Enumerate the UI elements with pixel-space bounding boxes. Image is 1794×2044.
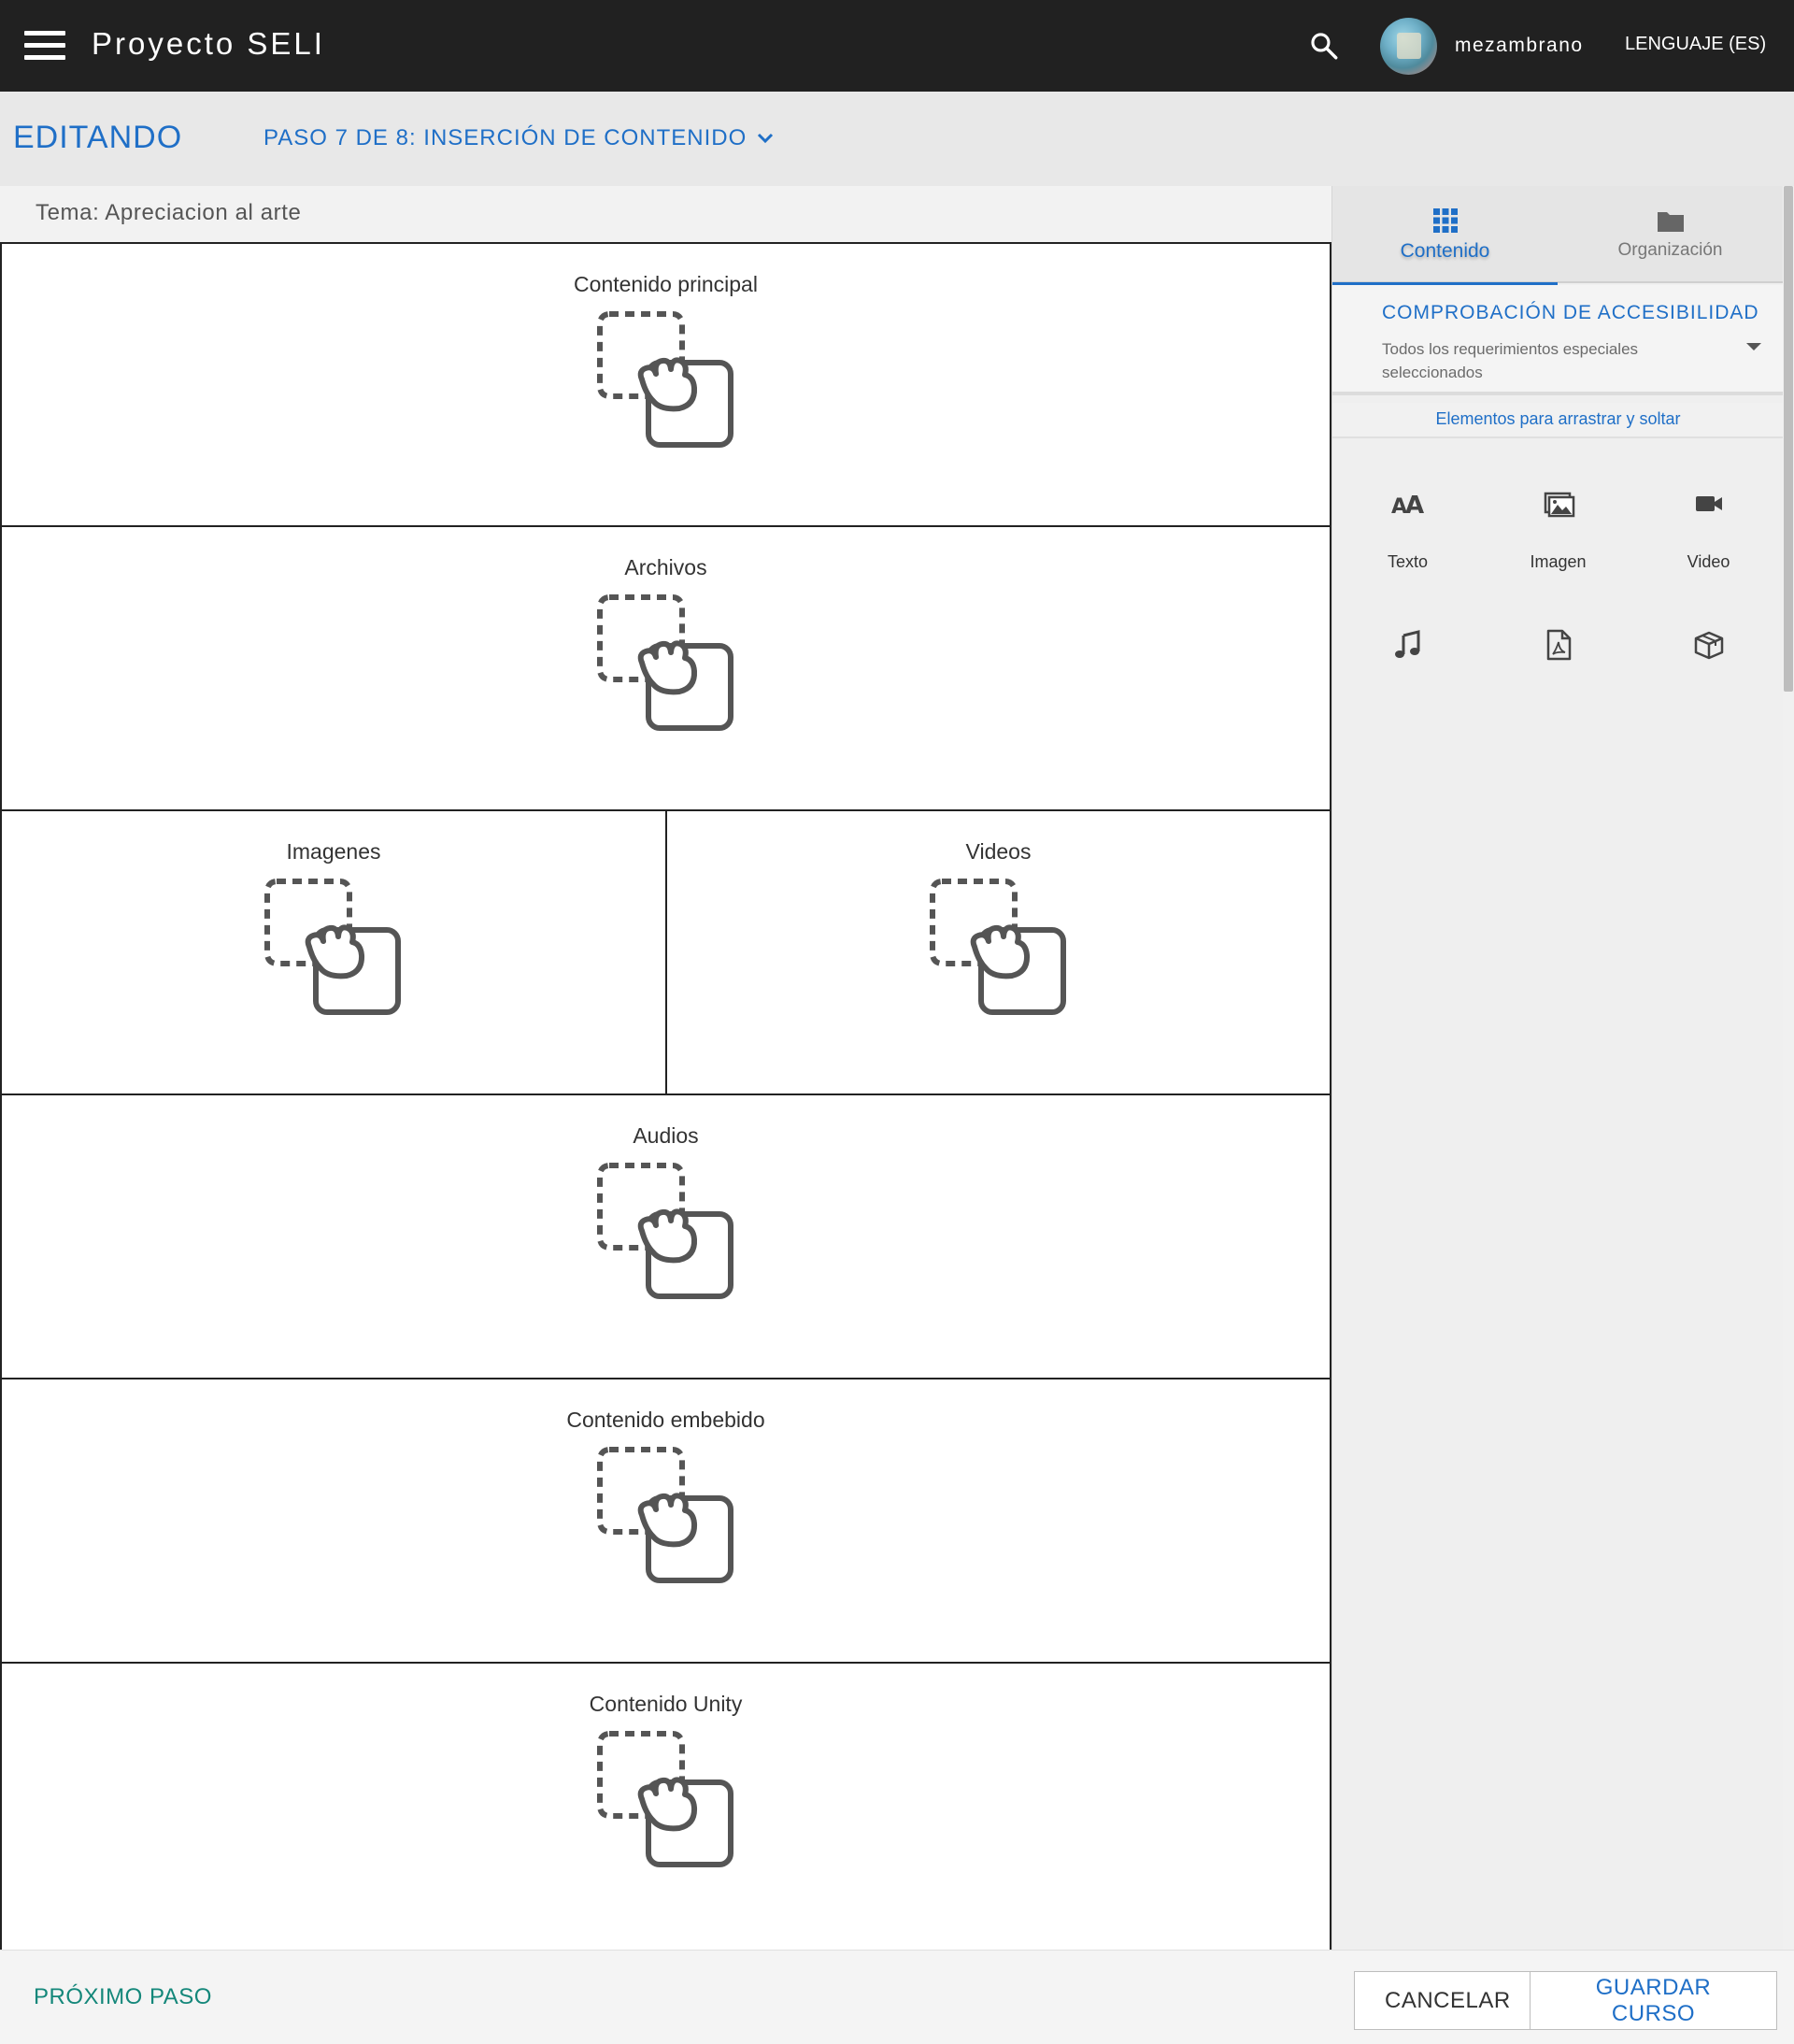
zone-title: Contenido principal <box>574 272 758 296</box>
drag-drop-icon <box>597 1163 735 1301</box>
step-label: PASO 7 DE 8: INSERCIÓN DE CONTENIDO <box>263 125 748 150</box>
zone-title: Videos <box>965 839 1032 864</box>
text-size-icon: A A <box>1391 492 1424 520</box>
drag-drop-icon <box>264 879 403 1017</box>
drop-zone-unity[interactable]: Contenido Unity <box>0 1662 1331 1950</box>
topic-bar: Tema: Apreciacion al arte <box>0 186 1331 242</box>
tool-image[interactable]: Imagen <box>1483 466 1633 579</box>
panel-scrollbar-thumb[interactable] <box>1784 186 1793 692</box>
drag-drop-label: Elementos para arrastrar y soltar <box>1332 403 1784 438</box>
drop-zone-embedded[interactable]: Contenido embebido <box>0 1378 1331 1664</box>
folder-icon <box>1657 212 1684 232</box>
zone-title: Archivos <box>624 555 707 579</box>
tool-text[interactable]: A A Texto <box>1332 466 1483 579</box>
drop-zone-audios[interactable]: Audios <box>0 1093 1331 1379</box>
action-buttons: CANCELAR GUARDAR CURSO <box>1354 1971 1777 2030</box>
tool-video[interactable]: Video <box>1633 466 1784 579</box>
drop-zone-main[interactable]: Contenido principal <box>0 242 1331 527</box>
tool-label: Texto <box>1387 552 1429 571</box>
app-title: Proyecto SELI <box>92 26 325 61</box>
hamburger-menu-icon[interactable] <box>22 27 69 64</box>
editor-header: EDITANDO PASO 7 DE 8: INSERCIÓN DE CONTE… <box>0 92 1794 186</box>
tool-label: Video <box>1687 552 1730 571</box>
drop-zone-videos[interactable]: Videos <box>665 809 1331 1095</box>
save-course-button[interactable]: GUARDAR CURSO <box>1531 1972 1776 2029</box>
drag-drop-icon <box>597 594 735 733</box>
tab-label: Contenido <box>1400 240 1490 262</box>
avatar[interactable] <box>1380 18 1437 75</box>
image-icon <box>1544 492 1574 518</box>
caret-down-icon <box>1746 343 1761 350</box>
tool-label: Imagen <box>1530 552 1587 571</box>
pdf-file-icon <box>1546 629 1571 661</box>
drag-drop-icon <box>597 1447 735 1585</box>
tab-organizacion[interactable]: Organización <box>1558 186 1783 283</box>
cancel-button[interactable]: CANCELAR <box>1355 1972 1531 2029</box>
accessibility-title: COMPROBACIÓN DE ACCESIBILIDAD <box>1382 302 1759 323</box>
editing-label: EDITANDO <box>13 120 183 155</box>
video-camera-icon <box>1695 496 1722 511</box>
topic-title: Tema: Apreciacion al arte <box>36 200 302 225</box>
search-icon[interactable] <box>1308 30 1340 62</box>
tool-audio[interactable] <box>1332 607 1483 720</box>
tab-label: Organización <box>1617 240 1723 260</box>
drag-drop-icon <box>597 311 735 450</box>
zone-title: Contenido Unity <box>589 1692 743 1716</box>
zone-title: Contenido embebido <box>566 1408 765 1432</box>
username[interactable]: mezambrano <box>1455 35 1584 57</box>
drag-drop-icon <box>597 1731 735 1869</box>
drop-zone-images[interactable]: Imagenes <box>0 809 667 1095</box>
3d-box-icon <box>1694 631 1723 660</box>
app-bar: Proyecto SELI mezambrano LENGUAJE (ES) <box>0 0 1794 92</box>
accessibility-subtitle: Todos los requerimientos especiales sele… <box>1382 340 1639 381</box>
drop-zone-files[interactable]: Archivos <box>0 525 1331 811</box>
content-canvas: Contenido principal Archivos Imagenes Vi… <box>0 242 1331 1950</box>
step-selector[interactable]: PASO 7 DE 8: INSERCIÓN DE CONTENIDO <box>263 125 775 151</box>
language-button[interactable]: LENGUAJE (ES) <box>1625 34 1766 55</box>
accessibility-check[interactable]: COMPROBACIÓN DE ACCESIBILIDAD Todos los … <box>1332 285 1784 395</box>
next-step-button[interactable]: PRÓXIMO PASO <box>34 1984 212 2010</box>
music-note-icon <box>1394 630 1419 658</box>
tools-panel: Contenido Organización COMPROBACIÓN DE A… <box>1331 186 1784 1950</box>
tab-contenido[interactable]: Contenido <box>1332 186 1558 285</box>
zone-title: Imagenes <box>286 839 381 864</box>
tool-pdf[interactable] <box>1483 607 1633 720</box>
zone-title: Audios <box>633 1123 699 1148</box>
panel-tabs: Contenido Organización <box>1332 186 1784 285</box>
tool-unity[interactable] <box>1633 607 1784 720</box>
chevron-down-icon <box>758 133 774 144</box>
action-bar: PRÓXIMO PASO CANCELAR GUARDAR CURSO <box>0 1950 1794 2044</box>
grid-icon <box>1432 208 1458 233</box>
svg-text:A: A <box>1405 492 1424 520</box>
drag-drop-icon <box>930 879 1068 1017</box>
